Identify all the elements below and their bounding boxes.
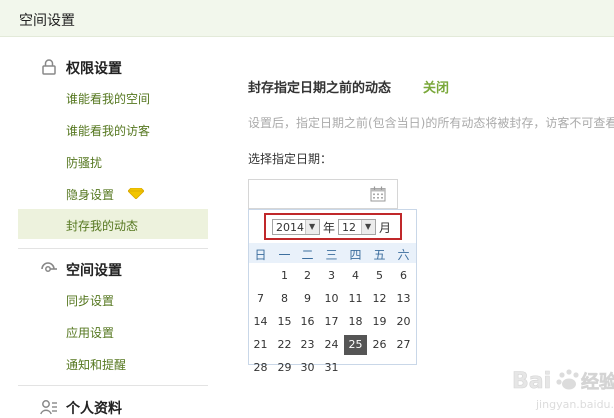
diamond-icon — [128, 188, 144, 199]
sidebar-item-label: 应用设置 — [66, 326, 115, 340]
calendar-day[interactable]: 10 — [320, 289, 343, 309]
calendar-day[interactable]: 30 — [296, 358, 319, 378]
calendar-day[interactable]: 5 — [368, 266, 391, 286]
weekday-label: 一 — [278, 248, 291, 262]
calendar-day[interactable]: 14 — [249, 312, 272, 332]
sidebar-item-label: 隐身设置 — [66, 188, 115, 202]
calendar-day[interactable]: 27 — [392, 335, 415, 355]
section-title: 个人资料 — [66, 401, 122, 417]
lock-icon — [42, 59, 56, 75]
weekday-label: 五 — [373, 248, 386, 262]
archive-heading: 封存指定日期之前的动态 — [248, 81, 392, 96]
calendar-day[interactable]: 1 — [273, 266, 296, 286]
main-content: 封存指定日期之前的动态 关闭 设置后，指定日期之前(包含当日)的所有动态将被封存… — [248, 37, 614, 418]
page-title: 空间设置 — [19, 13, 75, 29]
calendar-day[interactable]: 6 — [392, 266, 415, 286]
sidebar-item-anti-harassment[interactable]: 防骚扰 — [18, 146, 208, 176]
date-label: 选择指定日期： — [248, 152, 333, 166]
section-permission-settings: 权限设置 — [18, 53, 210, 81]
calendar-day[interactable]: 16 — [296, 312, 319, 332]
calendar-day[interactable]: 13 — [392, 289, 415, 309]
weekday-label: 二 — [301, 248, 314, 262]
month-select[interactable]: 12 ▼ — [338, 219, 376, 235]
baidu-jingyan-watermark-logo: Bai 经验 jingyan.baidu.com — [512, 369, 614, 411]
svg-text:Bai: Bai — [512, 369, 551, 394]
section-space-settings: 空间设置 — [18, 255, 210, 283]
calendar-day[interactable]: 23 — [296, 335, 319, 355]
weekday-label: 三 — [325, 248, 338, 262]
chevron-down-icon[interactable]: ▼ — [361, 220, 375, 234]
date-input[interactable] — [248, 179, 398, 209]
calendar-icon[interactable] — [370, 186, 386, 202]
sidebar: 权限设置 谁能看我的空间 谁能看我的访客 防骚扰 隐身设置 封存我的动态 空间设… — [18, 37, 210, 418]
calendar-day[interactable]: 11 — [344, 289, 367, 309]
section-title: 空间设置 — [66, 263, 122, 279]
calendar-day[interactable]: 12 — [368, 289, 391, 309]
month-value: 12 — [342, 221, 356, 234]
chevron-down-icon[interactable]: ▼ — [305, 220, 319, 234]
user-icon — [40, 400, 57, 415]
sidebar-item-label: 谁能看我的空间 — [66, 92, 151, 106]
sidebar-item-label: 封存我的动态 — [66, 219, 139, 233]
calendar-day[interactable]: 31 — [320, 358, 343, 378]
calendar-day[interactable]: 29 — [273, 358, 296, 378]
calendar-day[interactable]: 2 — [296, 266, 319, 286]
calendar-day[interactable]: 15 — [273, 312, 296, 332]
svg-text:经验: 经验 — [581, 371, 614, 393]
year-select[interactable]: 2014 ▼ — [272, 219, 320, 235]
weekday-label: 六 — [397, 248, 410, 262]
weekday-label: 日 — [254, 248, 267, 262]
calendar-day-selected[interactable]: 25 — [344, 335, 367, 355]
month-suffix: 月 — [379, 221, 392, 235]
calendar-day[interactable]: 8 — [273, 289, 296, 309]
sidebar-item-label: 谁能看我的访客 — [66, 124, 151, 138]
date-picker: 2014 ▼ 年 12 ▼ 月 日 一 二 三 四 五 六 1234567891… — [248, 209, 417, 374]
sidebar-item-who-can-view-space[interactable]: 谁能看我的空间 — [18, 82, 208, 112]
calendar-day[interactable]: 9 — [296, 289, 319, 309]
sidebar-item-invisible-settings[interactable]: 隐身设置 — [18, 178, 208, 208]
sidebar-item-app-settings[interactable]: 应用设置 — [18, 316, 208, 346]
year-month-selector: 2014 ▼ 年 12 ▼ 月 — [264, 213, 402, 240]
sidebar-item-archive-my-posts[interactable]: 封存我的动态 — [18, 209, 208, 239]
svg-text:jingyan.baidu.com: jingyan.baidu.com — [535, 398, 614, 411]
sidebar-item-sync-settings[interactable]: 同步设置 — [18, 284, 208, 314]
weekday-header: 日 一 二 三 四 五 六 — [249, 243, 416, 263]
calendar-day[interactable]: 3 — [320, 266, 343, 286]
calendar-day[interactable]: 18 — [344, 312, 367, 332]
section-title: 权限设置 — [66, 61, 122, 77]
calendar-day[interactable]: 28 — [249, 358, 272, 378]
calendar-day[interactable]: 22 — [273, 335, 296, 355]
calendar-day[interactable]: 21 — [249, 335, 272, 355]
calendar-day[interactable]: 4 — [344, 266, 367, 286]
section-personal-info: 个人资料 — [18, 393, 210, 418]
year-value: 2014 — [276, 221, 304, 234]
calendar-day[interactable]: 26 — [368, 335, 391, 355]
calendar-day[interactable]: 20 — [392, 312, 415, 332]
calendar-day[interactable]: 7 — [249, 289, 272, 309]
calendar-day[interactable]: 17 — [320, 312, 343, 332]
divider — [18, 248, 208, 249]
gear-icon — [41, 262, 57, 272]
sidebar-item-label: 防骚扰 — [66, 156, 103, 170]
top-bar: 空间设置 — [0, 0, 614, 37]
calendar-day[interactable]: 24 — [320, 335, 343, 355]
archive-description: 设置后，指定日期之前(包含当日)的所有动态将被封存，访客不可查看 — [248, 116, 614, 130]
sidebar-item-who-can-view-visitors[interactable]: 谁能看我的访客 — [18, 114, 208, 144]
sidebar-item-notifications[interactable]: 通知和提醒 — [18, 348, 208, 378]
calendar-day[interactable]: 19 — [368, 312, 391, 332]
weekday-label: 四 — [349, 248, 362, 262]
year-suffix: 年 — [323, 221, 336, 235]
sidebar-item-label: 同步设置 — [66, 294, 115, 308]
close-link[interactable]: 关闭 — [423, 77, 449, 96]
divider — [18, 385, 208, 386]
sidebar-item-label: 通知和提醒 — [66, 358, 127, 372]
